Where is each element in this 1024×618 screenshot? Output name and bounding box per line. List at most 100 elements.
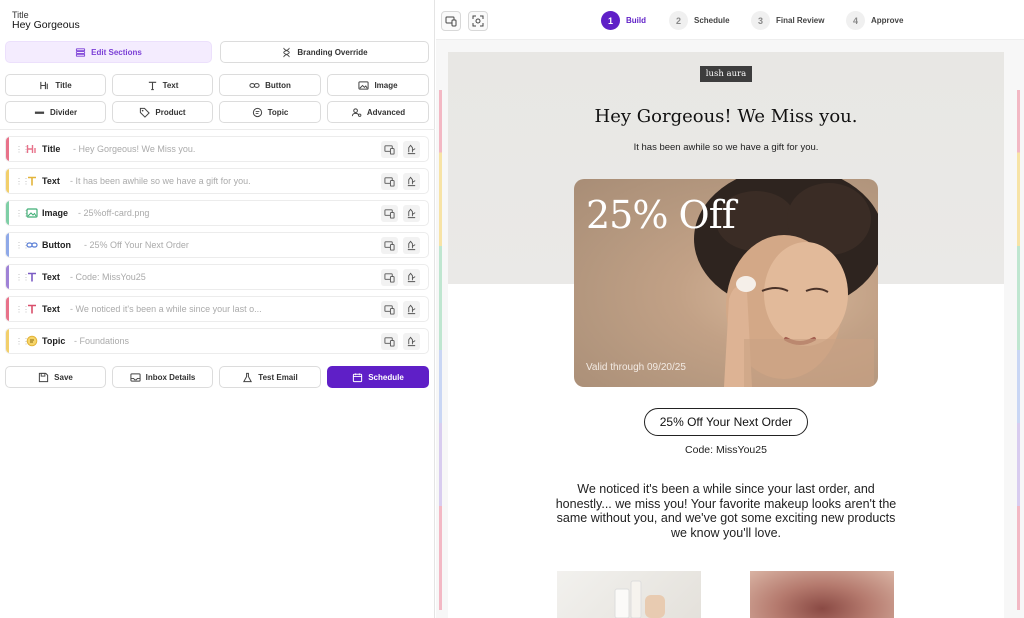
add-text-button[interactable]: Text [112,74,213,96]
preview-devices-button[interactable] [381,205,398,222]
edit-section-button[interactable] [403,237,420,254]
edit-section-button[interactable] [403,205,420,222]
text-icon [148,81,156,90]
section-color-bar [6,169,9,193]
promo-valid-date: Valid through 09/20/25 [586,362,686,373]
edit-section-button[interactable] [403,173,420,190]
image-icon [358,80,370,90]
step-final-review[interactable]: 3 Final Review [751,11,824,30]
email-body-paragraph[interactable]: We noticed it's been a while since your … [552,482,900,540]
step-label: Build [626,16,646,25]
section-row-text[interactable]: ⋮⋮ Text - Code: MissYou25 [5,264,429,290]
section-color-bar [6,201,9,225]
devices-icon [384,209,395,219]
title-icon [26,145,36,153]
email-subtitle[interactable]: It has been awhile so we have a gift for… [448,142,1004,153]
edit-section-button[interactable] [403,333,420,350]
step-schedule[interactable]: 2 Schedule [669,11,730,30]
section-color-bar [6,233,9,257]
tab-branding-override-label: Branding Override [297,47,368,57]
preview-toolbar: 1 Build 2 Schedule 3 Final Review 4 Appr… [436,0,1024,40]
email-canvas: lush aura Hey Gorgeous! We Miss you. It … [448,52,1004,618]
schedule-label: Schedule [368,372,404,382]
step-number: 1 [601,11,620,30]
preview-devices-button[interactable] [381,237,398,254]
save-button[interactable]: Save [5,366,106,388]
text-icon [28,272,36,282]
product-image-skincare[interactable] [557,571,701,618]
bottles-illustration [614,580,665,618]
section-color-bar [6,265,9,289]
preview-panel: 1 Build 2 Schedule 3 Final Review 4 Appr… [436,0,1024,618]
test-email-button[interactable]: Test Email [219,366,321,388]
section-row-button[interactable]: ⋮⋮ Button - 25% Off Your Next Order [5,232,429,258]
edit-section-button[interactable] [403,301,420,318]
cta-button[interactable]: 25% Off Your Next Order [644,408,808,436]
device-preview-button[interactable] [441,11,461,31]
step-label: Schedule [694,16,730,25]
topic-icon [26,335,38,347]
add-button-button[interactable]: Button [219,74,321,96]
preview-devices-button[interactable] [381,173,398,190]
schedule-button[interactable]: Schedule [327,366,429,388]
section-row-title[interactable]: ⋮⋮ Title - Hey Gorgeous! We Miss you. [5,136,429,162]
promo-code[interactable]: Code: MissYou25 [448,444,1004,456]
devices-icon [384,177,395,187]
section-summary: - We noticed it's been a while since you… [70,304,262,314]
edit-section-button[interactable] [403,141,420,158]
users-gear-icon [351,107,362,117]
add-image-button[interactable]: Image [327,74,429,96]
devices-icon [384,305,395,315]
preview-devices-button[interactable] [381,269,398,286]
add-button-label: Button [265,80,291,90]
save-label: Save [54,372,73,382]
preview-devices-button[interactable] [381,301,398,318]
brush-icon [407,336,416,347]
tag-icon [140,107,151,118]
section-row-topic[interactable]: ⋮⋮ Topic - Foundations [5,328,429,354]
add-advanced-label: Advanced [366,107,406,117]
devices-icon [384,241,395,251]
email-title[interactable]: Hey Gorgeous! We Miss you. [448,106,1004,127]
step-label: Approve [871,16,904,25]
add-topic-button[interactable]: Topic [219,101,321,123]
dna-icon [283,47,291,57]
promo-heading: 25% Off [586,193,736,237]
scan-focus-icon [472,15,484,27]
section-color-bar [6,137,9,161]
focus-view-button[interactable] [468,11,488,31]
calendar-icon [353,372,363,382]
product-image-lips[interactable] [750,571,894,618]
preview-devices-button[interactable] [381,333,398,350]
image-icon [26,208,38,218]
section-row-text[interactable]: ⋮⋮ Text - We noticed it's been a while s… [5,296,429,322]
add-title-button[interactable]: Title [5,74,106,96]
section-color-bar [6,329,9,353]
link-icon [249,82,260,88]
edit-section-button[interactable] [403,269,420,286]
divider [0,129,435,130]
text-icon [28,304,36,314]
preview-devices-button[interactable] [381,141,398,158]
inbox-details-button[interactable]: Inbox Details [112,366,213,388]
tab-edit-sections[interactable]: Edit Sections [5,41,212,63]
save-icon [39,372,49,382]
step-number: 3 [751,11,770,30]
text-icon [28,176,36,186]
add-divider-button[interactable]: Divider [5,101,106,123]
section-summary: - 25% Off Your Next Order [84,240,189,250]
step-label: Final Review [776,16,825,25]
step-build[interactable]: 1 Build [601,11,646,30]
title-field-value[interactable]: Hey Gorgeous [12,19,80,31]
section-row-text[interactable]: ⋮⋮ Text - It has been awhile so we have … [5,168,429,194]
brush-icon [407,208,416,219]
add-product-button[interactable]: Product [112,101,213,123]
brush-icon [407,304,416,315]
step-approve[interactable]: 4 Approve [846,11,903,30]
brush-icon [407,144,416,155]
left-section-rail [439,90,442,610]
section-row-image[interactable]: ⋮⋮ Image - 25%off-card.png [5,200,429,226]
promo-image-card[interactable]: 25% Off Valid through 09/20/25 [574,179,878,387]
add-advanced-button[interactable]: Advanced [327,101,429,123]
tab-branding-override[interactable]: Branding Override [220,41,429,63]
